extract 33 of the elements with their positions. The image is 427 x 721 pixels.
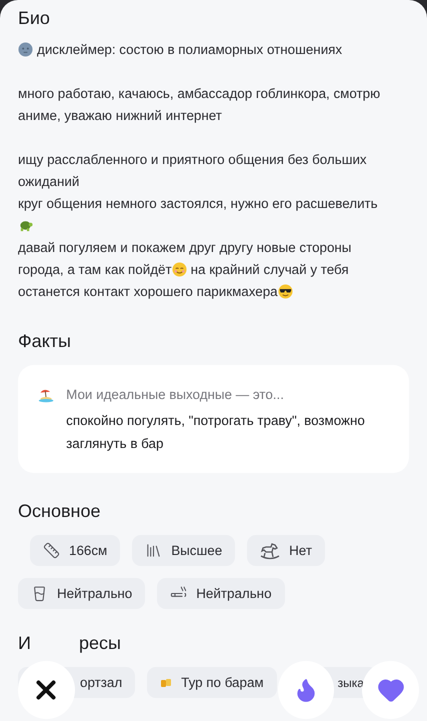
bio-text: ожиданий xyxy=(18,174,80,189)
bio-text: круг общения немного застоялся, нужно его расшевелить xyxy=(18,196,378,211)
bio-text: дисклеймер: состою в полиаморных отношениях xyxy=(37,42,342,57)
section-title: Био xyxy=(18,7,51,30)
chip-label: Нет xyxy=(289,543,312,558)
chip-label: Высшее xyxy=(171,543,222,558)
drinks-icon xyxy=(160,676,172,688)
chip-label: Тур по барам xyxy=(181,675,264,690)
sunglasses-face-icon xyxy=(278,284,293,299)
section-title: Основное xyxy=(18,500,102,523)
bio-text: на крайний случай у тебя xyxy=(190,262,349,277)
bio-text: давай погуляем и покажем друг другу новые стороны xyxy=(18,240,352,255)
bio-text: останется контакт хорошего парикмахера xyxy=(18,284,278,299)
chip-label: ортзал xyxy=(80,675,122,690)
bio-text: аниме, уважаю нижний интернет xyxy=(18,108,222,123)
section-title: Факты xyxy=(18,330,72,353)
chip-label: Нейтрально xyxy=(196,586,272,601)
ruler-icon xyxy=(43,542,60,559)
bio-text: много работаю, качаюсь, амбассадор гоблинкора, смотрю xyxy=(18,86,380,101)
books-icon xyxy=(145,542,162,559)
smiling-face-icon xyxy=(172,262,187,277)
glass-icon xyxy=(31,585,48,602)
fact-question: Мои идеальные выходные — это... xyxy=(66,386,285,404)
rocking-horse-icon xyxy=(260,542,280,560)
chip-label: зыка xyxy=(338,676,364,690)
chip-label: Нейтрально xyxy=(57,586,132,601)
section-title: ресы xyxy=(78,632,121,655)
bio-text: ищу расслабленного и приятного общения без больших xyxy=(18,152,367,167)
bio-text: города, а там как пойдёт xyxy=(18,262,172,277)
moon-face-icon xyxy=(18,42,33,57)
fact-answer: спокойно погулять, "потрогать траву", возможно заглянуть в бар xyxy=(66,412,366,453)
section-title: И xyxy=(18,632,31,655)
chip-label: 166см xyxy=(69,543,108,558)
